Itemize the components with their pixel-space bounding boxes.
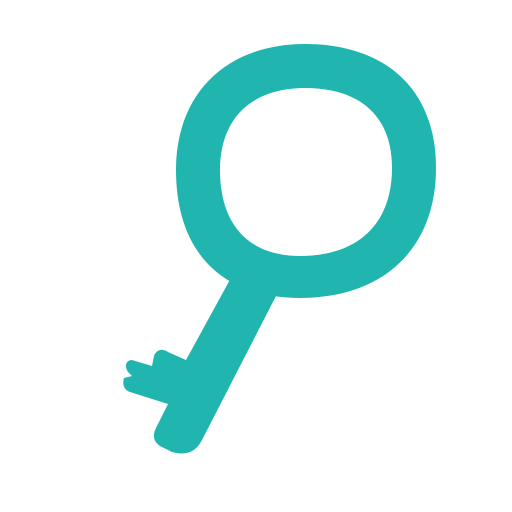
app-icon-canvas (0, 0, 512, 512)
key-shaft (123, 276, 276, 454)
key-bow (176, 44, 436, 298)
key-icon (123, 44, 436, 454)
